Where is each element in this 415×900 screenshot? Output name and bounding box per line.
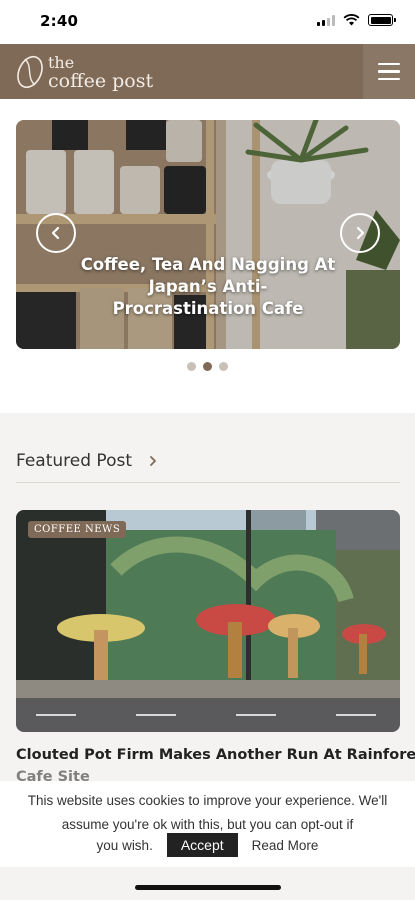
site-logo[interactable]: the coffee post xyxy=(16,50,153,94)
chevron-left-icon xyxy=(51,226,60,240)
status-time: 2:40 xyxy=(40,12,79,30)
hero-carousel[interactable]: Coffee, Tea And Nagging At Japan’s Anti-… xyxy=(16,120,400,349)
section-divider xyxy=(16,482,400,483)
app-header: the coffee post xyxy=(0,44,415,99)
cookie-message: This website uses cookies to improve you… xyxy=(27,793,388,832)
carousel-next-button[interactable] xyxy=(340,213,380,253)
hero-title-line: Coffee, Tea And Nagging At xyxy=(80,255,336,274)
post-image xyxy=(16,510,400,732)
featured-heading: Featured Post xyxy=(16,451,133,471)
featured-header[interactable]: Featured Post xyxy=(16,451,158,471)
logo-name: coffee post xyxy=(48,70,154,92)
cookie-message-end: you wish. xyxy=(96,837,153,853)
carousel-pagination xyxy=(0,362,415,371)
menu-bar-icon xyxy=(378,70,400,73)
hero-title-line: Procrastination Cafe xyxy=(112,299,304,318)
read-more-link[interactable]: Read More xyxy=(252,838,319,853)
cookie-banner: This website uses cookies to improve you… xyxy=(0,781,415,867)
hamburger-menu-button[interactable] xyxy=(363,44,415,99)
logo-wordmark: the coffee post xyxy=(48,54,154,92)
carousel-prev-button[interactable] xyxy=(36,213,76,253)
post-title[interactable]: Clouted Pot Firm Makes Another Run At Ra… xyxy=(16,747,415,763)
hero-title-line: Japan’s Anti- xyxy=(148,277,268,296)
hero-title[interactable]: Coffee, Tea And Nagging At Japan’s Anti-… xyxy=(46,254,370,320)
coffee-bean-icon xyxy=(17,55,43,89)
chevron-right-icon xyxy=(150,456,156,466)
menu-bar-icon xyxy=(378,62,400,66)
menu-bar-icon xyxy=(378,77,400,81)
chevron-right-icon xyxy=(356,226,365,240)
accept-cookies-button[interactable]: Accept xyxy=(166,833,238,857)
carousel-dot[interactable] xyxy=(187,362,196,371)
battery-icon xyxy=(368,14,396,26)
wifi-icon xyxy=(343,14,360,26)
cellular-signal-icon xyxy=(317,14,335,26)
status-bar: 2:40 xyxy=(0,0,415,44)
category-badge[interactable]: COFFEE NEWS xyxy=(28,521,127,538)
cookie-actions: you wish. Accept Read More xyxy=(0,833,415,857)
carousel-dot-active[interactable] xyxy=(203,362,212,371)
home-indicator[interactable] xyxy=(135,885,281,890)
status-icons xyxy=(317,14,396,26)
featured-post-image[interactable]: COFFEE NEWS xyxy=(16,510,400,732)
carousel-dot[interactable] xyxy=(219,362,228,371)
